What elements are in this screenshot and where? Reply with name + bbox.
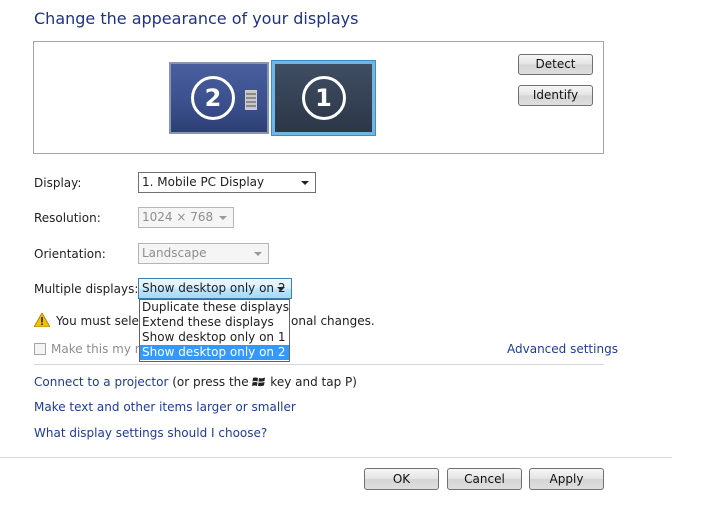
orientation-select: Landscape: [138, 243, 269, 264]
warning-text-start: You must selec: [56, 314, 146, 328]
multiple-displays-select-value: Show desktop only on 2: [142, 281, 286, 295]
monitor-1-number: 1: [301, 76, 346, 120]
projector-text-end: key and tap P): [266, 375, 357, 389]
multiple-displays-label: Multiple displays:: [34, 282, 139, 296]
display-select[interactable]: 1. Mobile PC Display: [138, 172, 316, 193]
monitor-2[interactable]: 2: [169, 62, 269, 134]
which-settings-link[interactable]: What display settings should I choose?: [34, 426, 267, 440]
text-size-link[interactable]: Make text and other items larger or smal…: [34, 400, 296, 414]
ok-button[interactable]: OK: [364, 468, 439, 490]
chevron-down-icon: [277, 287, 285, 291]
display-preview: 2 1 Detect Identify: [33, 41, 604, 154]
resolution-label: Resolution:: [34, 211, 101, 225]
orientation-select-value: Landscape: [142, 246, 207, 260]
cancel-button[interactable]: Cancel: [447, 468, 522, 490]
monitor-1[interactable]: 1: [272, 61, 375, 135]
display-select-value: 1. Mobile PC Display: [142, 175, 265, 189]
advanced-settings-link[interactable]: Advanced settings: [507, 342, 618, 356]
windows-logo-icon: [252, 376, 266, 388]
identify-button[interactable]: Identify: [518, 85, 593, 106]
option-extend[interactable]: Extend these displays: [140, 315, 289, 330]
resolution-select: 1024 × 768: [138, 207, 234, 228]
page-title: Change the appearance of your displays: [34, 9, 359, 28]
chevron-down-icon: [301, 181, 309, 185]
orientation-label: Orientation:: [34, 247, 106, 261]
apply-button[interactable]: Apply: [529, 468, 604, 490]
multiple-displays-select[interactable]: Show desktop only on 2: [138, 278, 292, 299]
projector-text: (or press the: [168, 375, 253, 389]
detect-button[interactable]: Detect: [518, 54, 593, 75]
chevron-down-icon: [219, 216, 227, 220]
warning-text-end: onal changes.: [291, 314, 375, 328]
option-duplicate[interactable]: Duplicate these displays: [140, 300, 289, 315]
multiple-displays-dropdown: Duplicate these displays Extend these di…: [139, 299, 290, 362]
separator: [34, 364, 604, 365]
display-label: Display:: [34, 176, 82, 190]
taskbar-icon: [245, 90, 257, 110]
projector-line: Connect to a projector (or press the key…: [34, 375, 357, 389]
warning-icon: [33, 311, 51, 328]
main-display-checkbox: [34, 343, 46, 355]
footer-separator: [0, 457, 672, 458]
resolution-select-value: 1024 × 768: [142, 210, 214, 224]
monitor-2-number: 2: [191, 76, 235, 120]
option-desktop-only-1[interactable]: Show desktop only on 1: [140, 330, 289, 345]
chevron-down-icon: [254, 252, 262, 256]
connect-projector-link[interactable]: Connect to a projector: [34, 375, 168, 389]
option-desktop-only-2[interactable]: Show desktop only on 2: [140, 345, 289, 360]
